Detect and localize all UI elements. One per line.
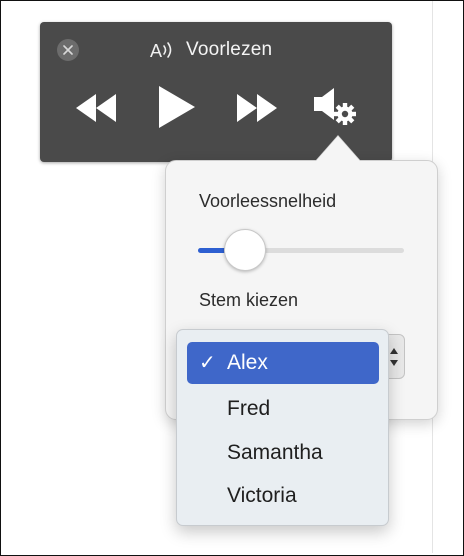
voice-option-fred[interactable]: Fred bbox=[187, 388, 379, 430]
rewind-icon bbox=[76, 94, 116, 122]
fast-forward-icon bbox=[237, 94, 277, 122]
popover-arrow bbox=[316, 136, 360, 161]
voice-option-label: Victoria bbox=[227, 484, 297, 507]
voice-option-label: Samantha bbox=[227, 441, 323, 464]
svg-text:A: A bbox=[150, 41, 162, 61]
play-icon bbox=[159, 86, 195, 128]
voice-option-alex[interactable]: ✓ Alex bbox=[187, 342, 379, 384]
close-icon bbox=[63, 45, 73, 55]
voice-select-label: Stem kiezen bbox=[199, 290, 299, 310]
fast-forward-button[interactable] bbox=[235, 93, 279, 123]
close-button[interactable] bbox=[57, 39, 79, 61]
voice-option-label: Alex bbox=[227, 351, 268, 374]
reading-speed-label: Voorleessnelheid bbox=[199, 191, 337, 211]
speaker-settings-button[interactable] bbox=[312, 84, 360, 128]
toolbar-title-text: Voorlezen bbox=[186, 39, 273, 60]
read-aloud-icon: A bbox=[150, 41, 172, 61]
rewind-button[interactable] bbox=[74, 93, 118, 123]
play-button[interactable] bbox=[156, 85, 198, 129]
voice-dropdown-menu: ✓ Alex Fred Samantha Victoria bbox=[176, 329, 389, 526]
voice-option-victoria[interactable]: Victoria bbox=[187, 475, 379, 517]
checkmark-icon: ✓ bbox=[199, 352, 216, 374]
speaker-settings-icon bbox=[314, 88, 356, 125]
voice-option-samantha[interactable]: Samantha bbox=[187, 432, 379, 474]
chevron-up-down-icon bbox=[390, 348, 398, 366]
voice-option-label: Fred bbox=[227, 397, 271, 420]
toolbar-title: A Voorlezen bbox=[150, 36, 272, 64]
